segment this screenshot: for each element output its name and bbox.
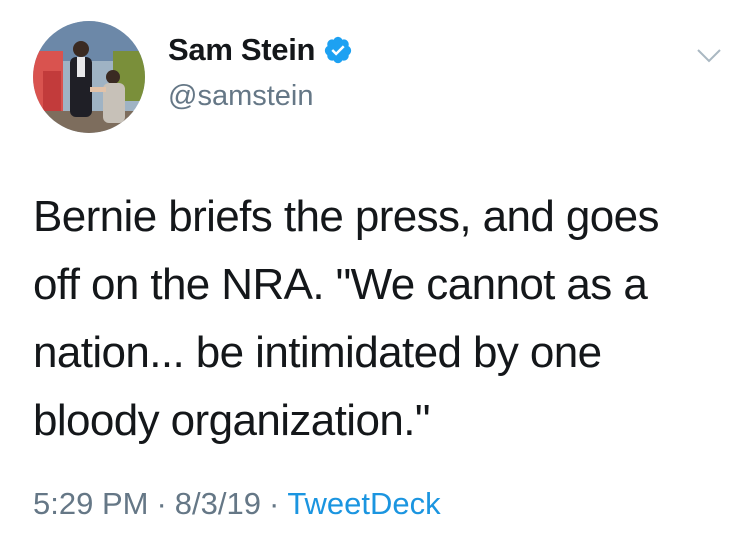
tweet-metadata: 5:29 PM · 8/3/19 · TweetDeck xyxy=(33,486,441,522)
avatar-image xyxy=(33,21,145,133)
author-name-row: Sam Stein xyxy=(168,32,353,68)
tweet-text: Bernie briefs the press, and goes off on… xyxy=(33,192,660,445)
author-handle[interactable]: @samstein xyxy=(168,80,313,113)
tweet-time[interactable]: 5:29 PM xyxy=(33,486,148,522)
meta-separator: · xyxy=(268,486,280,521)
avatar[interactable] xyxy=(33,21,145,133)
tweet-source-link[interactable]: TweetDeck xyxy=(287,486,440,522)
chevron-down-icon[interactable] xyxy=(696,48,722,64)
meta-separator: · xyxy=(156,486,167,521)
tweet-card: Sam Stein @samstein Bernie briefs the pr… xyxy=(0,0,750,551)
author-display-name[interactable]: Sam Stein xyxy=(168,32,315,68)
tweet-date[interactable]: 8/3/19 xyxy=(175,486,261,522)
verified-badge-icon xyxy=(323,35,353,65)
